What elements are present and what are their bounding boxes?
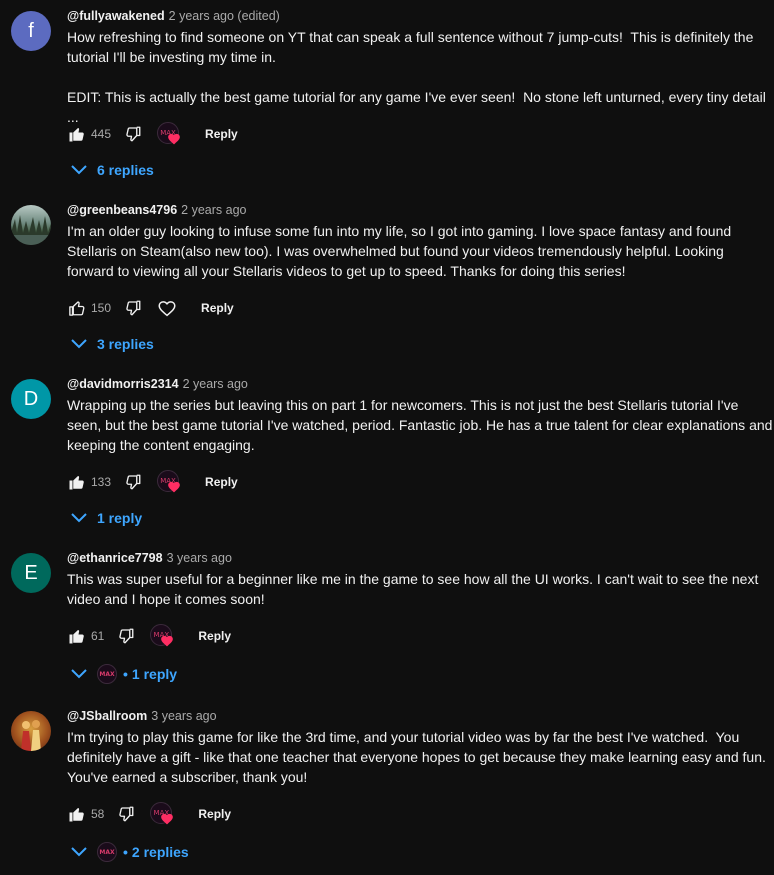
view-replies-button[interactable]: MAX • 2 replies [71, 842, 189, 862]
action-bar: 133 MAX Reply [67, 470, 238, 494]
reply-button[interactable]: Reply [198, 629, 231, 643]
dislike-icon[interactable] [123, 298, 143, 318]
replies-count-label: 1 reply [131, 666, 178, 682]
dislike-icon[interactable] [123, 472, 143, 492]
action-bar: 150 Reply [67, 296, 234, 320]
creator-heart-icon: MAX [150, 624, 174, 648]
creator-reply-avatar: MAX [97, 664, 117, 684]
chevron-down-icon [71, 165, 87, 175]
avatar-letter: f [28, 19, 34, 42]
like-count: 445 [91, 127, 112, 141]
avatar[interactable]: E [11, 553, 51, 593]
reply-button[interactable]: Reply [205, 475, 238, 489]
comment-text: This was super useful for a beginner lik… [67, 571, 763, 607]
heart-outline-icon[interactable] [157, 298, 177, 318]
comment-text: I'm an older guy looking to infuse some … [67, 223, 736, 279]
author-line: @davidmorris2314 2 years ago [67, 377, 248, 391]
replies-count-label: 2 replies [131, 844, 189, 860]
avatar-letter: D [23, 387, 39, 410]
view-replies-button[interactable]: MAX • 1 reply [71, 664, 177, 684]
reply-button[interactable]: Reply [205, 127, 238, 141]
view-replies-button[interactable]: 1 reply [71, 508, 142, 528]
timestamp[interactable]: 3 years ago [151, 709, 216, 723]
reply-dot: • [123, 666, 128, 682]
author-name[interactable]: @davidmorris2314 [67, 377, 179, 391]
author-name[interactable]: @ethanrice7798 [67, 551, 163, 565]
creator-heart-icon: MAX [157, 470, 181, 494]
author-line: @ethanrice7798 3 years ago [67, 551, 232, 565]
view-replies-button[interactable]: 3 replies [71, 334, 154, 354]
like-icon[interactable] [67, 804, 87, 824]
like-count: 133 [91, 475, 112, 489]
avatar[interactable] [11, 205, 51, 245]
chevron-down-icon [71, 339, 87, 349]
like-count: 61 [91, 629, 105, 643]
action-bar: 58 MAX Reply [67, 802, 231, 826]
comment-text: Wrapping up the series but leaving this … [67, 397, 773, 453]
timestamp[interactable]: 2 years ago (edited) [169, 9, 280, 23]
action-bar: 61 MAX Reply [67, 624, 231, 648]
comment-text: How refreshing to find someone on YT tha… [67, 29, 766, 125]
avatar-letter: E [24, 561, 38, 584]
creator-heart-icon: MAX [150, 802, 174, 826]
author-name[interactable]: @greenbeans4796 [67, 203, 177, 217]
chevron-down-icon [71, 669, 87, 679]
creator-reply-avatar: MAX [97, 842, 117, 862]
chevron-down-icon [71, 847, 87, 857]
author-line: @JSballroom 3 years ago [67, 709, 217, 723]
avatar[interactable] [11, 711, 51, 751]
replies-count-label: 3 replies [97, 336, 154, 352]
author-name[interactable]: @JSballroom [67, 709, 147, 723]
like-count: 58 [91, 807, 105, 821]
author-line: @greenbeans4796 2 years ago [67, 203, 247, 217]
landscape-avatar-image [11, 215, 51, 245]
dislike-icon[interactable] [116, 626, 136, 646]
timestamp[interactable]: 2 years ago [181, 203, 246, 217]
comment-text: I'm trying to play this game for like th… [67, 729, 770, 785]
dislike-icon[interactable] [116, 804, 136, 824]
like-icon[interactable] [67, 124, 87, 144]
view-replies-button[interactable]: 6 replies [71, 160, 154, 180]
replies-count-label: 6 replies [97, 162, 154, 178]
author-name[interactable]: @fullyawakened [67, 9, 165, 23]
replies-count-label: 1 reply [97, 510, 143, 526]
dislike-icon[interactable] [123, 124, 143, 144]
avatar[interactable]: f [11, 11, 51, 51]
reply-dot: • [123, 844, 128, 860]
creator-heart-icon: MAX [157, 122, 181, 146]
like-icon[interactable] [67, 472, 87, 492]
timestamp[interactable]: 3 years ago [167, 551, 232, 565]
like-count: 150 [91, 301, 112, 315]
chevron-down-icon [71, 513, 87, 523]
avatar[interactable]: D [11, 379, 51, 419]
reply-button[interactable]: Reply [198, 807, 231, 821]
author-line: @fullyawakened 2 years ago (edited) [67, 9, 280, 23]
like-icon[interactable] [67, 626, 87, 646]
action-bar: 445 MAX Reply [67, 122, 238, 146]
dancers-avatar-image [21, 720, 41, 751]
like-icon[interactable] [67, 298, 87, 318]
reply-button[interactable]: Reply [201, 301, 234, 315]
timestamp[interactable]: 2 years ago [183, 377, 248, 391]
